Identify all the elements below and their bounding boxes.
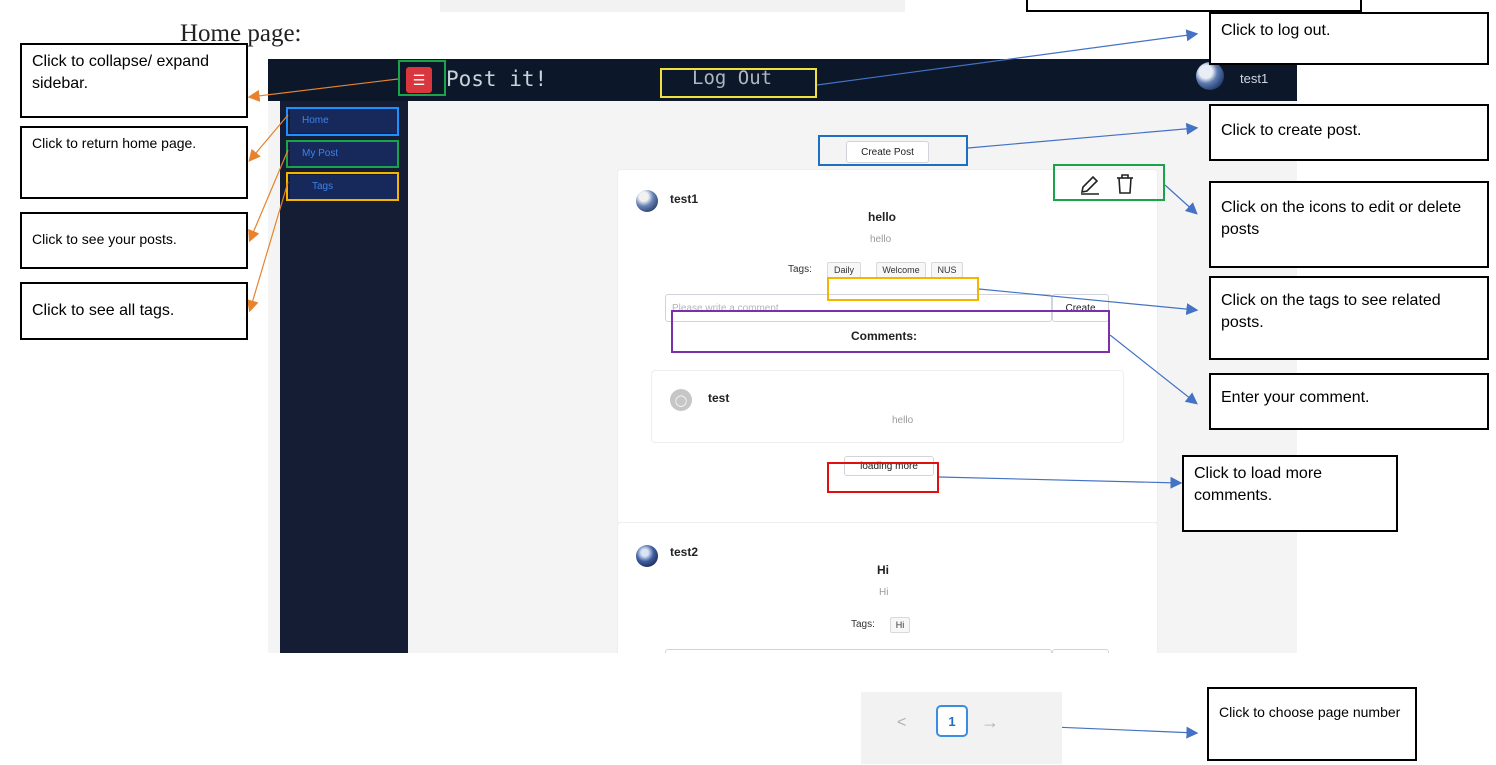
callout-edit-delete: Click on the icons to edit or delete pos… <box>1209 181 1489 268</box>
callout-pagination: Click to choose page number <box>1207 687 1417 761</box>
prev-page-button[interactable]: < <box>897 714 906 732</box>
callout-home: Click to return home page. <box>20 126 248 199</box>
callout-collapse-sidebar: Click to collapse/ expand sidebar. <box>20 43 248 118</box>
callout-related-posts: Click on the tags to see related posts. <box>1209 276 1489 360</box>
callout-my-posts: Click to see your posts. <box>20 212 248 269</box>
pagination: < 1 → <box>861 692 1062 764</box>
callout-create-post: Click to create post. <box>1209 104 1489 161</box>
callout-load-more: Click to load more comments. <box>1182 455 1398 532</box>
callout-comment: Enter your comment. <box>1209 373 1489 430</box>
callout-tags: Click to see all tags. <box>20 282 248 340</box>
next-page-button[interactable]: → <box>981 712 999 733</box>
page-1-button[interactable]: 1 <box>936 705 968 737</box>
callout-logout: Click to log out. <box>1209 12 1489 65</box>
